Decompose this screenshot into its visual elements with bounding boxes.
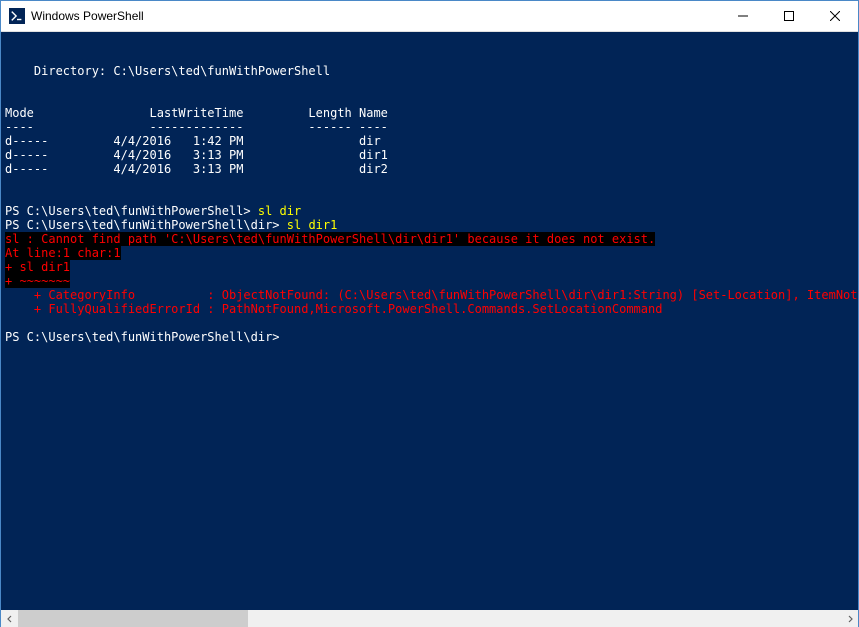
maximize-button[interactable] [766,1,812,31]
error-at-line: At line:1 char:1 [5,246,121,260]
error-underline: + ~~~~~~~ [5,274,70,288]
scroll-left-button[interactable] [1,610,18,627]
error-cmd-echo: + sl dir1 [5,260,70,274]
terminal-output[interactable]: Directory: C:\Users\ted\funWithPowerShel… [1,32,858,610]
scroll-right-button[interactable] [841,610,858,627]
listing-header: Mode LastWriteTime Length Name [5,106,388,120]
prompt-prefix: PS C:\Users\ted\funWithPowerShell\dir> [5,218,287,232]
window-controls [720,1,858,31]
error-line: + ~~~~~~~ [5,274,70,288]
prompt-line: PS C:\Users\ted\funWithPowerShell\dir> [5,330,280,344]
error-message: sl : Cannot find path 'C:\Users\ted\funW… [5,232,655,246]
directory-header: Directory: C:\Users\ted\funWithPowerShel… [5,64,330,78]
error-line: + sl dir1 [5,260,70,274]
listing-row: d----- 4/4/2016 1:42 PM dir [5,134,381,148]
scroll-thumb[interactable] [18,610,248,627]
prompt-line: PS C:\Users\ted\funWithPowerShell> sl di… [5,204,301,218]
title-bar: Windows PowerShell [1,1,858,32]
command-text: sl dir [258,204,301,218]
error-line: sl : Cannot find path 'C:\Users\ted\funW… [5,232,655,246]
error-line: At line:1 char:1 [5,246,121,260]
prompt-line: PS C:\Users\ted\funWithPowerShell\dir> s… [5,218,337,232]
powershell-icon [9,8,25,24]
window-title: Windows PowerShell [31,9,720,23]
listing-row: d----- 4/4/2016 3:13 PM dir2 [5,162,388,176]
error-fqid: + FullyQualifiedErrorId : PathNotFound,M… [5,302,662,316]
minimize-button[interactable] [720,1,766,31]
scroll-track[interactable] [18,610,841,627]
prompt-prefix: PS C:\Users\ted\funWithPowerShell> [5,204,258,218]
listing-row: d----- 4/4/2016 3:13 PM dir1 [5,148,388,162]
listing-header-underline: ---- ------------- ------ ---- [5,120,388,134]
horizontal-scrollbar[interactable] [1,610,858,627]
close-button[interactable] [812,1,858,31]
error-category: + CategoryInfo : ObjectNotFound: (C:\Use… [5,288,858,302]
command-text: sl dir1 [287,218,338,232]
